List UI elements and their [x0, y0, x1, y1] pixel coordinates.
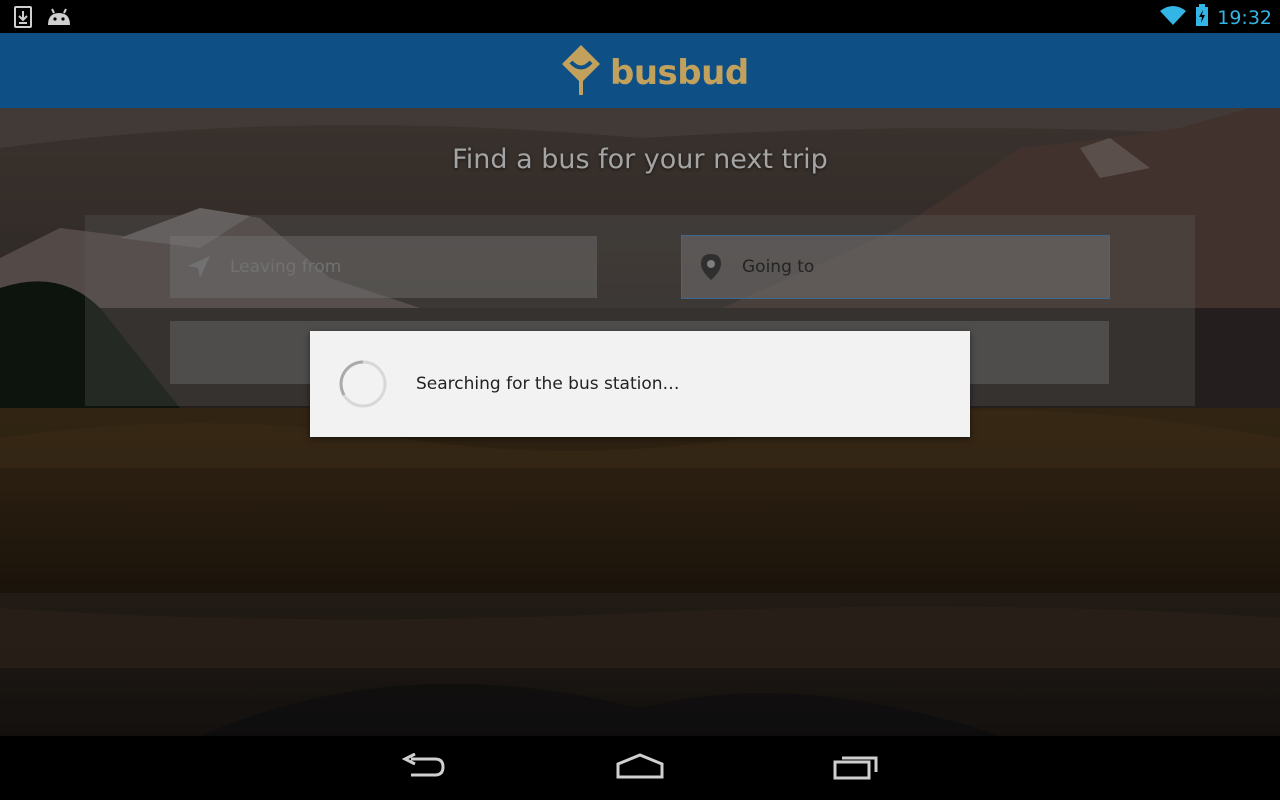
logo-text: busbud — [610, 52, 749, 93]
navigation-bar — [0, 736, 1280, 800]
recent-apps-button[interactable] — [826, 750, 886, 786]
home-icon — [615, 752, 665, 785]
back-button[interactable] — [394, 750, 454, 786]
wifi-icon — [1159, 4, 1187, 31]
clock: 19:32 — [1217, 6, 1272, 29]
home-button[interactable] — [610, 750, 670, 786]
status-bar: 19:32 — [0, 0, 1280, 33]
recent-apps-icon — [832, 752, 880, 785]
battery-charging-icon — [1195, 4, 1209, 31]
progress-dialog: Searching for the bus station… — [310, 331, 970, 437]
loading-spinner-icon — [338, 359, 388, 409]
download-icon — [14, 6, 32, 33]
busbud-logo: busbud — [560, 43, 749, 102]
busbud-logo-icon — [560, 43, 602, 102]
app-header: busbud — [0, 33, 1280, 108]
android-icon — [46, 7, 72, 32]
dialog-message: Searching for the bus station… — [416, 374, 680, 394]
back-icon — [401, 752, 447, 784]
